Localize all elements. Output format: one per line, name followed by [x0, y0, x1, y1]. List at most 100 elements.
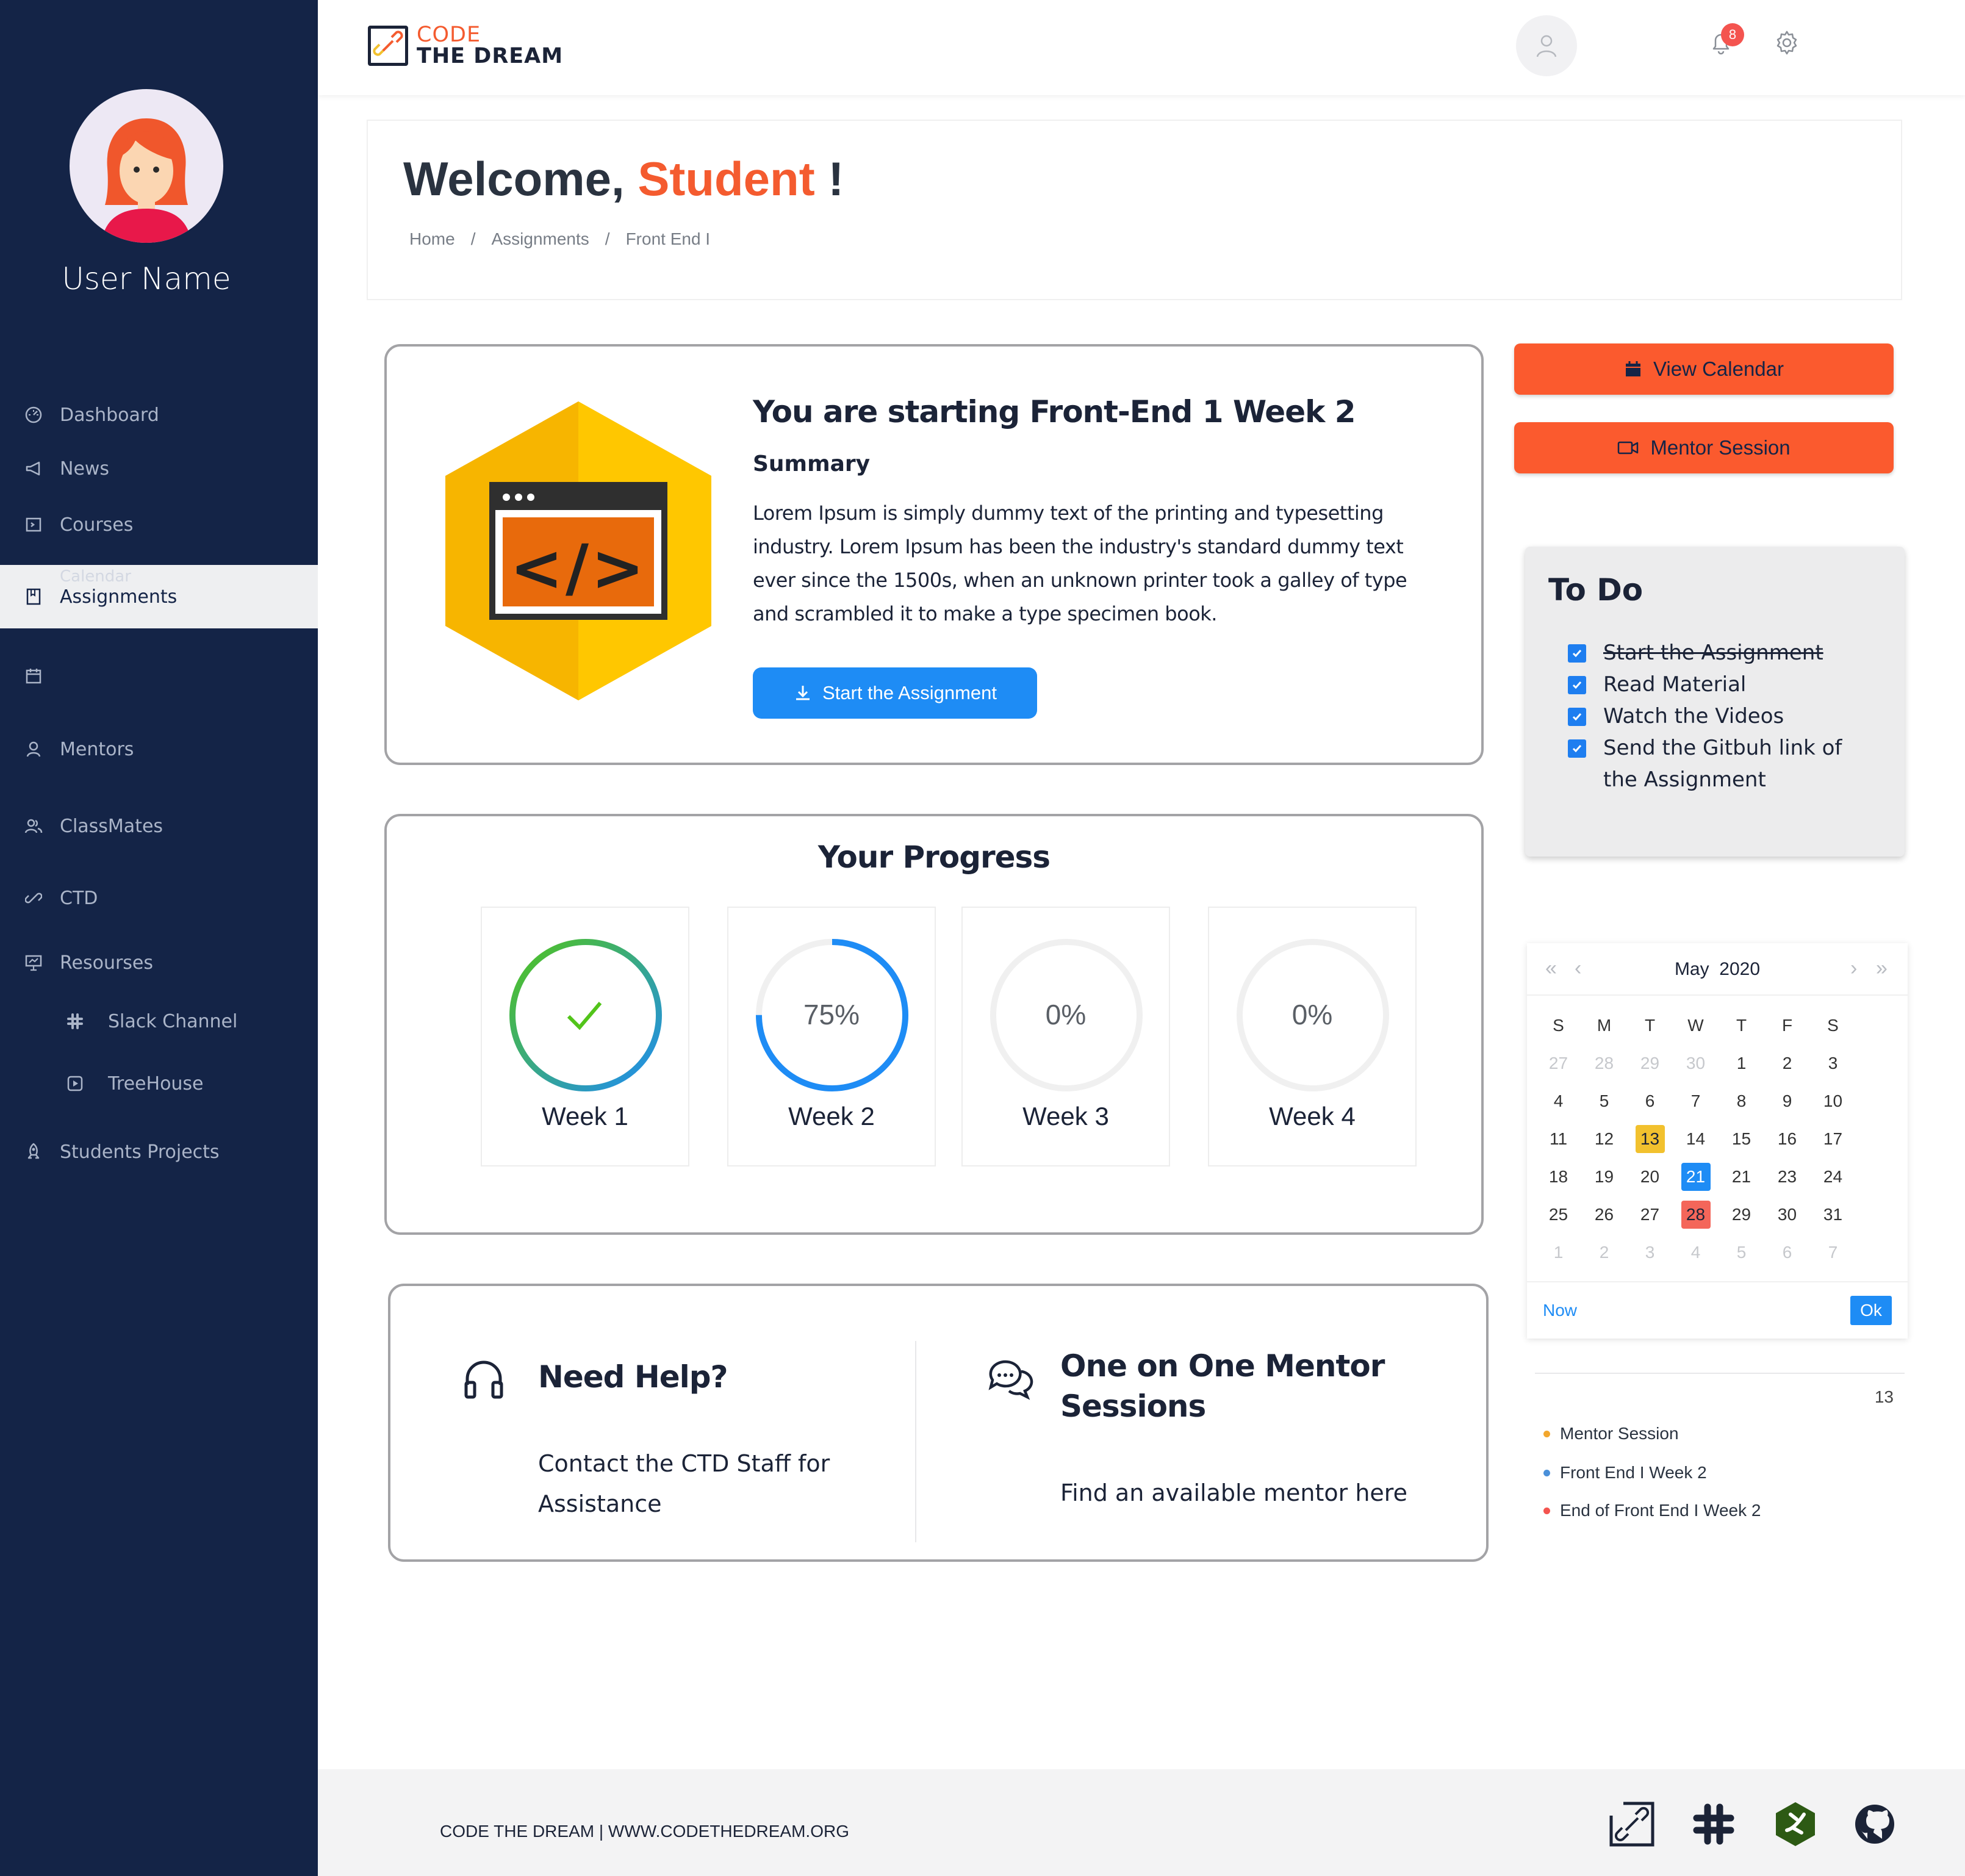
event-item[interactable]: Front End I Week 2 — [1543, 1463, 1707, 1482]
user-avatar[interactable] — [70, 89, 223, 243]
slack-icon[interactable] — [1689, 1800, 1738, 1849]
calendar-day[interactable]: 7 — [1673, 1082, 1719, 1120]
ok-button[interactable]: Ok — [1850, 1296, 1892, 1325]
calendar-day[interactable]: 24 — [1810, 1158, 1856, 1196]
week-2-progress[interactable]: 75% Week 2 — [727, 907, 936, 1166]
sidebar-item-resources[interactable]: Resourses — [0, 944, 318, 981]
week-3-progress[interactable]: 0% Week 3 — [961, 907, 1170, 1166]
sidebar-item-treehouse[interactable]: TreeHouse — [0, 1065, 318, 1102]
calendar-day[interactable]: 13 — [1627, 1120, 1673, 1158]
sidebar-item-label: Students Projects — [60, 1141, 220, 1163]
calendar-day[interactable]: 8 — [1719, 1082, 1764, 1120]
mentor-link-text[interactable]: Find an available mentor here — [1060, 1473, 1407, 1513]
calendar-day[interactable]: 9 — [1764, 1082, 1810, 1120]
calendar-day[interactable]: 7 — [1810, 1234, 1856, 1271]
sidebar-item-calendar[interactable] — [0, 658, 318, 694]
top-header: CODE THE DREAM 8 — [318, 0, 1965, 95]
calendar-day[interactable]: 21 — [1673, 1158, 1719, 1196]
next-month-icon[interactable]: › — [1850, 957, 1857, 980]
calendar-day[interactable]: 14 — [1673, 1120, 1719, 1158]
calendar-day[interactable]: 21 — [1719, 1158, 1764, 1196]
next-year-icon[interactable]: » — [1876, 957, 1888, 980]
calendar-day[interactable]: 29 — [1627, 1044, 1673, 1082]
calendar-day[interactable]: 17 — [1810, 1120, 1856, 1158]
calendar-day[interactable]: 27 — [1536, 1044, 1581, 1082]
calendar-day[interactable]: 12 — [1581, 1120, 1627, 1158]
calendar-day[interactable]: 2 — [1581, 1234, 1627, 1271]
calendar-day[interactable]: 30 — [1764, 1196, 1810, 1234]
calendar-day[interactable]: 3 — [1627, 1234, 1673, 1271]
calendar-day[interactable]: 26 — [1581, 1196, 1627, 1234]
sidebar-item-students-projects[interactable]: Students Projects — [0, 1134, 318, 1170]
sidebar-item-news[interactable]: News — [0, 450, 318, 487]
github-icon[interactable] — [1850, 1800, 1899, 1849]
ctd-logo[interactable]: CODE THE DREAM — [368, 24, 563, 67]
calendar-day[interactable]: 6 — [1627, 1082, 1673, 1120]
week-4-progress[interactable]: 0% Week 4 — [1208, 907, 1417, 1166]
sidebar-item-courses[interactable]: Courses — [0, 506, 318, 543]
notifications-button[interactable]: 8 — [1703, 23, 1744, 61]
week-1-progress[interactable]: Week 1 — [481, 907, 689, 1166]
calendar-day[interactable]: 1 — [1719, 1044, 1764, 1082]
calendar-day[interactable]: 11 — [1536, 1120, 1581, 1158]
start-assignment-button[interactable]: Start the Assignment — [753, 667, 1037, 719]
breadcrumb-home[interactable]: Home — [409, 229, 455, 249]
todo-item[interactable]: Read Material — [1568, 669, 1746, 700]
calendar-day[interactable]: 18 — [1536, 1158, 1581, 1196]
sidebar-item-assignments[interactable]: Calendar Assignments — [0, 565, 318, 628]
calendar-day[interactable]: 20 — [1627, 1158, 1673, 1196]
calendar-day[interactable]: 30 — [1673, 1044, 1719, 1082]
breadcrumb-assignments[interactable]: Assignments — [491, 229, 589, 249]
event-text: Mentor Session — [1560, 1424, 1679, 1443]
calendar-day[interactable]: 4 — [1673, 1234, 1719, 1271]
profile-button[interactable] — [1516, 15, 1577, 76]
calendar-day[interactable]: 3 — [1810, 1044, 1856, 1082]
sidebar-item-ctd[interactable]: CTD — [0, 880, 318, 916]
settings-button[interactable] — [1769, 24, 1805, 61]
calendar-day[interactable]: 15 — [1719, 1120, 1764, 1158]
user-icon — [23, 739, 44, 760]
calendar-day[interactable]: 1 — [1536, 1234, 1581, 1271]
calendar-day[interactable]: 2 — [1764, 1044, 1810, 1082]
calendar-day[interactable]: 6 — [1764, 1234, 1810, 1271]
todo-title: To Do — [1548, 572, 1643, 608]
checkbox-checked[interactable] — [1568, 708, 1586, 726]
calendar-day[interactable]: 5 — [1719, 1234, 1764, 1271]
breadcrumb-separator: / — [470, 229, 476, 248]
calendar-day[interactable]: 25 — [1536, 1196, 1581, 1234]
sidebar-item-dashboard[interactable]: Dashboard — [0, 397, 318, 433]
calendar-day[interactable]: 31 — [1810, 1196, 1856, 1234]
checkbox-checked[interactable] — [1568, 644, 1586, 663]
checkbox-checked[interactable] — [1568, 739, 1586, 758]
sidebar-item-slack-channel[interactable]: Slack Channel — [0, 1003, 318, 1040]
treehouse-icon[interactable] — [1771, 1800, 1820, 1849]
calendar-day[interactable]: 10 — [1810, 1082, 1856, 1120]
now-button[interactable]: Now — [1543, 1301, 1577, 1320]
weekday-label: S — [1553, 1016, 1564, 1035]
calendar-day[interactable]: 23 — [1764, 1158, 1810, 1196]
breadcrumb-front-end[interactable]: Front End I — [626, 229, 711, 249]
todo-item[interactable]: Watch the Videos — [1568, 700, 1784, 732]
event-item[interactable]: Mentor Session — [1543, 1424, 1679, 1443]
calendar-day[interactable]: 28 — [1581, 1044, 1627, 1082]
sidebar: User Name Dashboard News Courses Calenda… — [0, 0, 318, 1876]
calendar-day[interactable]: 4 — [1536, 1082, 1581, 1120]
calendar-day[interactable]: 16 — [1764, 1120, 1810, 1158]
todo-item[interactable]: Start the Assignment — [1568, 637, 1823, 669]
ctd-link-icon[interactable] — [1608, 1800, 1656, 1849]
calendar-day[interactable]: 28 — [1673, 1196, 1719, 1234]
sidebar-item-classmates[interactable]: ClassMates — [0, 808, 318, 844]
calendar-day[interactable]: 19 — [1581, 1158, 1627, 1196]
page-title: Welcome, Student ! — [403, 152, 844, 206]
help-text-line1[interactable]: Contact the CTD Staff for — [538, 1443, 830, 1484]
calendar-day[interactable]: 5 — [1581, 1082, 1627, 1120]
sidebar-item-mentors[interactable]: Mentors — [0, 731, 318, 767]
view-calendar-button[interactable]: View Calendar — [1514, 343, 1894, 395]
calendar-day[interactable]: 27 — [1627, 1196, 1673, 1234]
event-item[interactable]: End of Front End I Week 2 — [1543, 1501, 1761, 1520]
mentor-session-button[interactable]: Mentor Session — [1514, 422, 1894, 473]
help-text-line2[interactable]: Assistance — [538, 1484, 662, 1524]
checkbox-checked[interactable] — [1568, 676, 1586, 694]
calendar-day[interactable]: 29 — [1719, 1196, 1764, 1234]
todo-item[interactable]: Send the Gitbuh link of the Assignment — [1568, 732, 1842, 796]
